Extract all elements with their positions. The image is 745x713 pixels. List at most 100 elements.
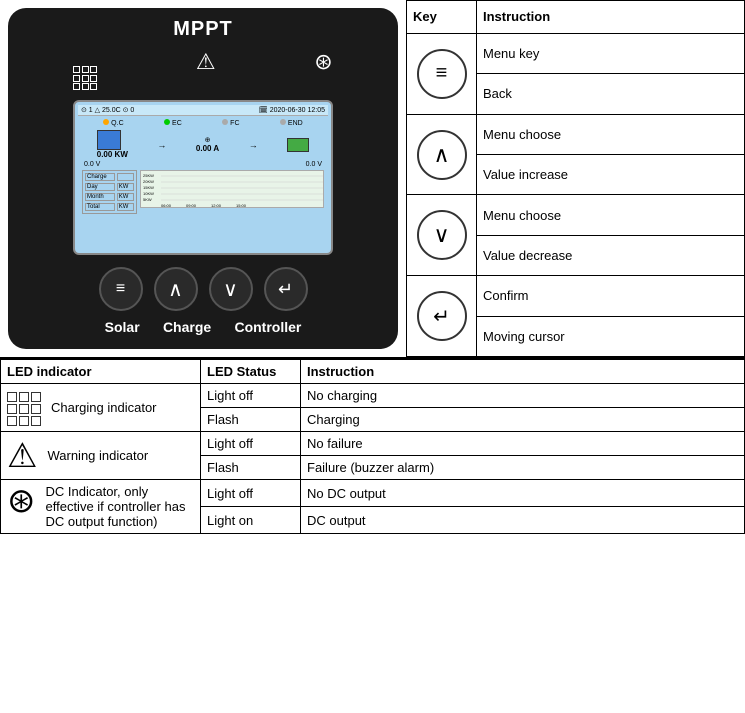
svg-text:06:00: 06:00 [161,203,172,207]
svg-text:09:00: 09:00 [186,203,197,207]
voltage-left: 0.0 V [84,161,100,168]
svg-text:12:00: 12:00 [211,203,222,207]
key-icon-confirm: ↵ [407,276,477,357]
key-table-panel: Key Instruction ≡ Menu key Back ∧ [406,0,745,357]
device-screen: ⊙ 1 △ 25.0C ⊙ 0 🗓 2020-06-30 12:05 Q.C E… [73,100,333,255]
arrow-icon2: → [249,140,258,150]
battery-icon-small [287,138,309,152]
key-row-menu: ≡ Menu key [407,33,745,73]
key-instruction-confirm: Confirm [477,276,745,316]
svg-text:10KW: 10KW [143,191,154,196]
screen-main-data: 0.00 KW → ⊕ 0.00 A → [78,128,328,161]
key-icon-up: ∧ [407,114,477,195]
key-icon-down: ∨ [407,195,477,276]
led-dc-instruction-2: DC output [301,507,745,534]
dc-indicator-label: DC Indicator, only effective if controll… [46,484,195,529]
device-buttons-row: ≡ ∧ ∨ ↵ [93,267,313,311]
device-label-controller: Controller [234,319,301,335]
battery-area: ⊕ 0.00 A [196,136,219,153]
status-qc: Q.C [103,119,123,127]
screen-topbar-left: ⊙ 1 △ 25.0C ⊙ 0 [81,106,134,114]
warning-indicator-label: Warning indicator [47,448,148,463]
screen-table-area: Charge DayKW MonthKW TotalKW 25KW 20KW 1… [82,170,324,214]
screen-voltage-row: 0.0 V 0.0 V [78,161,328,168]
dc-icon-device: ⊛ [314,49,332,90]
grid-led-icon [7,390,41,426]
led-charging-indicator: Charging indicator [7,390,194,426]
led-warning-status-2: Flash [201,456,301,480]
status-ec: EC [164,119,182,127]
svg-text:15:00: 15:00 [236,203,247,207]
up-button[interactable]: ∧ [154,267,198,311]
led-warning-indicator-cell: ⚠ Warning indicator [1,432,201,480]
svg-text:20KW: 20KW [143,179,154,184]
led-warning-instruction-2: Failure (buzzer alarm) [301,456,745,480]
led-table-header: LED indicator LED Status Instruction [1,360,745,384]
svg-text:5KW: 5KW [143,197,152,202]
key-row-confirm1: ↵ Confirm [407,276,745,316]
led-charging-instruction-2: Charging [301,408,745,432]
screen-topbar: ⊙ 1 △ 25.0C ⊙ 0 🗓 2020-06-30 12:05 [78,105,328,116]
key-col-header: Key [407,1,477,34]
key-instruction-value-decrease: Value decrease [477,235,745,275]
menu-button[interactable]: ≡ [99,267,143,311]
graph-svg: 25KW 20KW 15KW 10KW 5KW 0 [141,171,323,207]
status-fc: FC [222,119,239,127]
led-dc-indicator: ⊛ DC Indicator, only effective if contro… [7,484,194,529]
led-status-header: LED Status [201,360,301,384]
led-dc-status-2: Light on [201,507,301,534]
led-charging-status-1: Light off [201,384,301,408]
led-instruction-header: Instruction [301,360,745,384]
key-instruction-moving-cursor: Moving cursor [477,316,745,356]
down-circle-icon: ∨ [417,210,467,260]
down-button[interactable]: ∨ [209,267,253,311]
device-title: MPPT [173,18,233,41]
svg-text:15KW: 15KW [143,185,154,190]
menu-circle-icon: ≡ [417,49,467,99]
device-label-charge: Charge [163,319,211,335]
warning-led-icon: ⚠ [7,439,37,473]
device-label-solar: Solar [105,319,140,335]
screen-topbar-right: 🗓 2020-06-30 12:05 [259,106,325,114]
solar-panel-icon [73,49,97,90]
device-panel: MPPT ⚠ ⊛ ⊙ 1 △ 25.0C ⊙ 0 🗓 2020-06-30 [8,8,398,349]
key-instruction-menu-choose1: Menu choose [477,114,745,154]
charging-indicator-label: Charging indicator [51,400,157,415]
key-row-up1: ∧ Menu choose [407,114,745,154]
screen-status-row: Q.C EC FC END [78,116,328,128]
status-end: END [280,119,303,127]
dc-led-icon: ⊛ [7,484,36,518]
key-table: Key Instruction ≡ Menu key Back ∧ [406,0,745,357]
led-warning-instruction-1: No failure [301,432,745,456]
up-circle-icon: ∧ [417,130,467,180]
bottom-section: LED indicator LED Status Instruction [0,358,745,534]
led-table: LED indicator LED Status Instruction [0,359,745,534]
led-row-dc-1: ⊛ DC Indicator, only effective if contro… [1,480,745,507]
led-row-warning-1: ⚠ Warning indicator Light off No failure [1,432,745,456]
confirm-button[interactable]: ↵ [264,267,308,311]
led-charging-instruction-1: No charging [301,384,745,408]
led-dc-status-1: Light off [201,480,301,507]
key-instruction-value-increase: Value increase [477,155,745,195]
led-indicator-header: LED indicator [1,360,201,384]
confirm-circle-icon: ↵ [417,291,467,341]
device-top-icons: ⚠ ⊛ [24,49,382,90]
led-dc-indicator-cell: ⊛ DC Indicator, only effective if contro… [1,480,201,534]
key-row-down1: ∨ Menu choose [407,195,745,235]
led-warning-status-1: Light off [201,432,301,456]
key-icon-menu: ≡ [407,33,477,114]
device-label-row: Solar Charge Controller [93,319,313,335]
svg-text:25KW: 25KW [143,173,154,178]
key-instruction-menu: Menu key [477,33,745,73]
charge-table: Charge DayKW MonthKW TotalKW [82,170,137,214]
graph-area: 25KW 20KW 15KW 10KW 5KW 0 [140,170,324,208]
warning-icon-device: ⚠ [196,49,216,90]
top-section: MPPT ⚠ ⊛ ⊙ 1 △ 25.0C ⊙ 0 🗓 2020-06-30 [0,0,745,358]
led-charging-indicator-cell: Charging indicator [1,384,201,432]
instruction-col-header: Instruction [477,1,745,34]
voltage-right: 0.0 V [306,161,322,168]
key-instruction-menu-choose2: Menu choose [477,195,745,235]
solar-data: 0.00 KW [97,130,128,159]
led-charging-status-2: Flash [201,408,301,432]
led-dc-instruction-1: No DC output [301,480,745,507]
